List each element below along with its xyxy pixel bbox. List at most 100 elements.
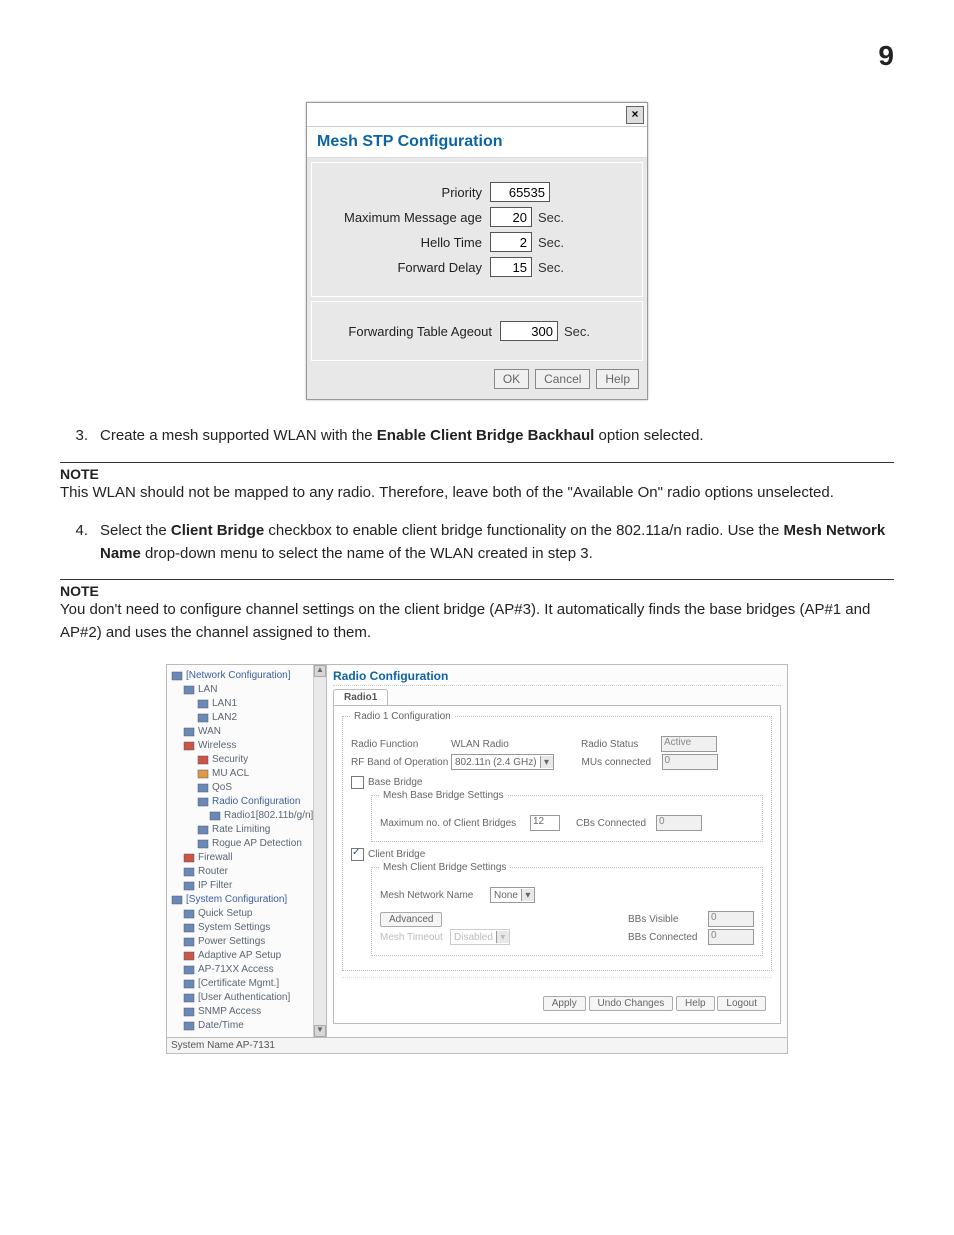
gear-icon (171, 671, 183, 681)
tree-item-label: Radio1[802.11b/g/n] (224, 809, 313, 822)
cb-conn-label: CBs Connected (576, 818, 656, 829)
snmp-icon (183, 1007, 195, 1017)
base-bridge-checkbox[interactable] (351, 776, 364, 789)
tree-item[interactable]: WAN (169, 725, 324, 739)
hello-label: Hello Time (322, 235, 490, 250)
client-bridge-label: Client Bridge (368, 849, 425, 860)
scroll-up-icon[interactable]: ▲ (314, 665, 326, 677)
tree-item[interactable]: IP Filter (169, 879, 324, 893)
advanced-button[interactable]: Advanced (380, 912, 442, 927)
mesh-name-value: None (494, 890, 518, 901)
client-bridge-checkbox[interactable] (351, 848, 364, 861)
note-1: NOTE This WLAN should not be mapped to a… (60, 462, 894, 505)
tree-item[interactable]: Radio1[802.11b/g/n] (169, 809, 324, 823)
tree-item[interactable]: Quick Setup (169, 907, 324, 921)
rf-band-select[interactable]: 802.11n (2.4 GHz) ▾ (451, 754, 554, 770)
tree-scrollbar[interactable]: ▲ ▼ (313, 665, 326, 1037)
fwd-delay-input[interactable] (490, 257, 532, 277)
ageout-label: Forwarding Table Ageout (322, 324, 500, 339)
tree-item[interactable]: Router (169, 865, 324, 879)
scroll-down-icon[interactable]: ▼ (314, 1025, 326, 1037)
tree-item[interactable]: SNMP Access (169, 1005, 324, 1019)
radio-status-label: Radio Status (581, 739, 661, 750)
tree-item[interactable]: LAN1 (169, 697, 324, 711)
tree-item[interactable]: [Network Configuration] (169, 669, 324, 683)
tree-item-label: AP-71XX Access (198, 963, 274, 976)
tree-item[interactable]: Date/Time (169, 1019, 324, 1033)
tree-item-label: SNMP Access (198, 1005, 261, 1018)
node-icon (183, 881, 195, 891)
tree-item-label: LAN (198, 683, 217, 696)
tree-item-label: LAN2 (212, 711, 237, 724)
rogue-icon (197, 839, 209, 849)
clock-icon (183, 1021, 195, 1031)
tree-item[interactable]: [System Configuration] (169, 893, 324, 907)
tree-item[interactable]: MU ACL (169, 767, 324, 781)
help-button[interactable]: Help (596, 369, 639, 389)
base-bridge-label: Base Bridge (368, 777, 422, 788)
ok-button[interactable]: OK (494, 369, 529, 389)
dialog-title: Mesh STP Configuration (307, 127, 647, 158)
access-icon (183, 965, 195, 975)
cb-conn-value: 0 (656, 815, 702, 831)
tree-item-label: IP Filter (198, 879, 232, 892)
tree-item[interactable]: [Certificate Mgmt.] (169, 977, 324, 991)
rf-band-value: 802.11n (2.4 GHz) (455, 757, 537, 768)
max-msg-label: Maximum Message age (322, 210, 490, 225)
tree-item-label: Power Settings (198, 935, 265, 948)
bb-visible-value: 0 (708, 911, 754, 927)
tree-item[interactable]: LAN2 (169, 711, 324, 725)
step4-tb: checkbox to enable client bridge functio… (264, 522, 783, 539)
apply-button[interactable]: Apply (543, 996, 586, 1011)
ageout-input[interactable] (500, 321, 558, 341)
max-cb-input[interactable]: 12 (530, 815, 560, 831)
tree-item[interactable]: Radio Configuration (169, 795, 324, 809)
undo-button[interactable]: Undo Changes (589, 996, 674, 1011)
status-bar: System Name AP-7131 (167, 1037, 787, 1053)
tree-item[interactable]: Firewall (169, 851, 324, 865)
mesh-timeout-value: Disabled (454, 932, 493, 943)
tree-item-label: Radio Configuration (212, 795, 300, 808)
help-button-footer[interactable]: Help (676, 996, 715, 1011)
node-icon (209, 811, 221, 821)
mesh-name-select[interactable]: None ▾ (490, 887, 535, 903)
fwd-delay-unit: Sec. (538, 260, 564, 275)
tab-radio1[interactable]: Radio1 (333, 689, 388, 705)
bb-conn-value: 0 (708, 929, 754, 945)
tree-item[interactable]: Wireless (169, 739, 324, 753)
cancel-button[interactable]: Cancel (535, 369, 590, 389)
logout-button[interactable]: Logout (717, 996, 766, 1011)
tree-item-label: [Network Configuration] (186, 669, 291, 682)
priority-input[interactable] (490, 182, 550, 202)
radio-title: Radio Configuration (333, 669, 781, 686)
tree-item[interactable]: Rate Limiting (169, 823, 324, 837)
step-4-text: Select the Client Bridge checkbox to ena… (100, 520, 894, 565)
fieldset-client: Mesh Client Bridge Settings (380, 862, 509, 873)
ageout-unit: Sec. (564, 324, 590, 339)
tree-item[interactable]: System Settings (169, 921, 324, 935)
tree-item[interactable]: Rogue AP Detection (169, 837, 324, 851)
tree-item[interactable]: Power Settings (169, 935, 324, 949)
chevron-down-icon: ▾ (521, 889, 534, 901)
close-icon[interactable]: × (626, 106, 644, 124)
tree-item[interactable]: LAN (169, 683, 324, 697)
max-msg-input[interactable] (490, 207, 532, 227)
gearb-icon (183, 923, 195, 933)
tree-item[interactable]: QoS (169, 781, 324, 795)
tree-item-label: Quick Setup (198, 907, 252, 920)
antenna-icon (197, 797, 209, 807)
tree-item-label: Security (212, 753, 248, 766)
hello-input[interactable] (490, 232, 532, 252)
tree-item[interactable]: Security (169, 753, 324, 767)
user-icon (183, 993, 195, 1003)
tree-item[interactable]: [User Authentication] (169, 991, 324, 1005)
note-2-text: You don't need to configure channel sett… (60, 599, 894, 644)
step3-tb: option selected. (594, 427, 703, 444)
mesh-stp-dialog: × Mesh STP Configuration Priority Maximu… (306, 102, 648, 400)
nav-tree[interactable]: ▲ ▼ [Network Configuration]LANLAN1LAN2WA… (167, 665, 327, 1037)
tree-item[interactable]: Adaptive AP Setup (169, 949, 324, 963)
step4-ta: Select the (100, 522, 171, 539)
tree-item-label: Adaptive AP Setup (198, 949, 281, 962)
qos-icon (197, 783, 209, 793)
tree-item[interactable]: AP-71XX Access (169, 963, 324, 977)
